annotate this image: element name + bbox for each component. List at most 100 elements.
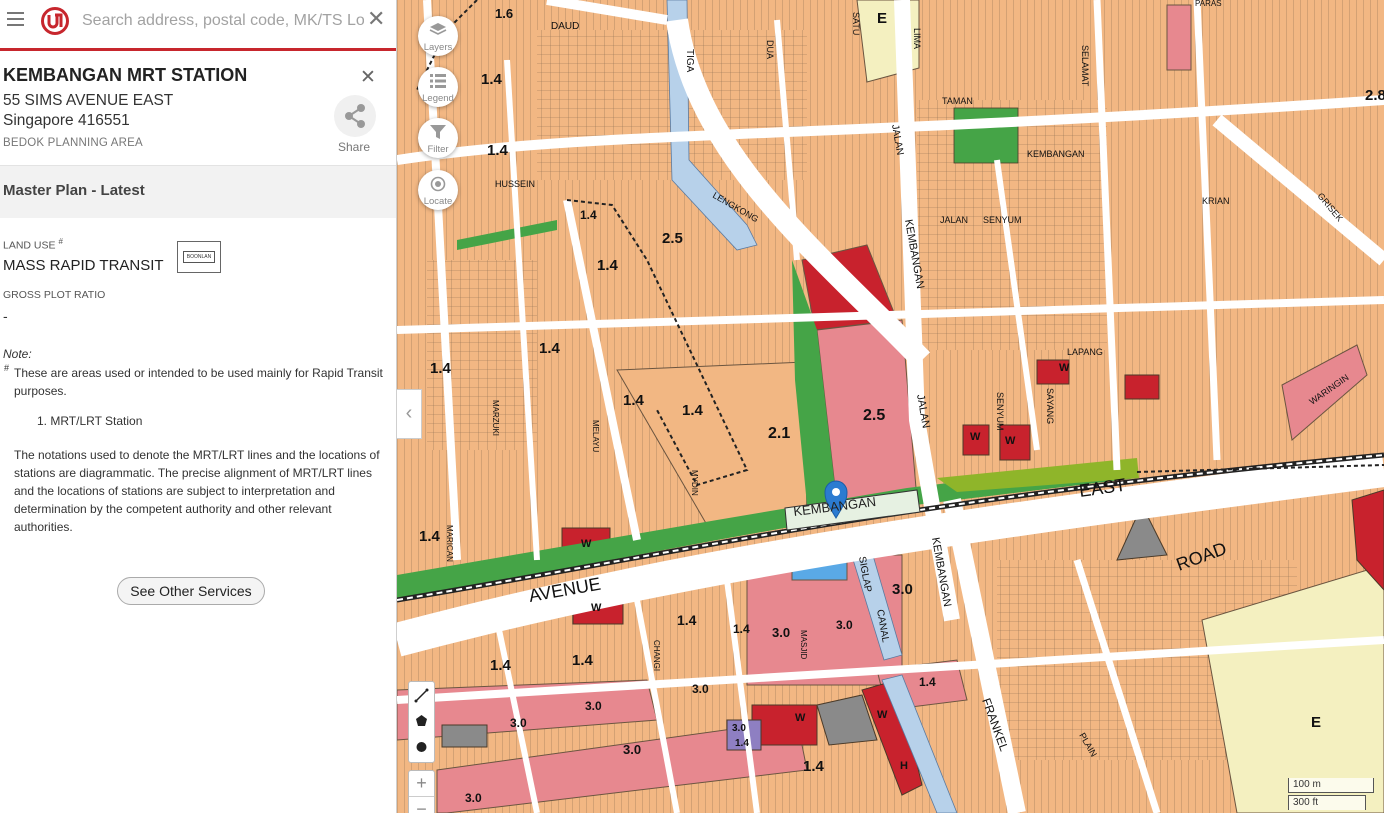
- search-bar: ✕: [0, 0, 396, 51]
- locate-icon: [430, 176, 446, 192]
- note-paragraph: The notations used to denote the MRT/LRT…: [14, 448, 380, 534]
- master-plan-map[interactable]: 1.6 1.4 1.4 1.4 2.5 1.4 1.4 1.4 1.4 1.4 …: [397, 0, 1384, 813]
- road-label: PARAS: [1195, 0, 1222, 8]
- plot-ratio-label: 1.4: [677, 612, 697, 628]
- draw-polygon-tool[interactable]: [409, 708, 434, 734]
- road-label: HUSSEIN: [495, 179, 535, 189]
- road-label: JALAN: [940, 215, 968, 225]
- search-input[interactable]: [82, 9, 364, 33]
- road-label: KEMBANGAN: [1027, 149, 1085, 159]
- legend-label: Legend: [422, 93, 454, 104]
- plot-ratio-label: 1.4: [597, 257, 619, 274]
- plot-ratio-label: 3.0: [465, 791, 482, 805]
- address-line-2: Singapore 416551: [3, 112, 130, 129]
- road-label: SATU: [851, 12, 861, 35]
- menu-icon[interactable]: [7, 12, 24, 26]
- circle-icon: [416, 742, 427, 752]
- plot-ratio-label: 1.4: [735, 738, 749, 749]
- road-label: MYDIN: [690, 470, 699, 496]
- map-canvas[interactable]: 1.6 1.4 1.4 1.4 2.5 1.4 1.4 1.4 1.4 1.4 …: [397, 0, 1384, 813]
- info-sidebar: ✕ KEMBANGAN MRT STATION ✕ 55 SIMS AVENUE…: [0, 0, 397, 813]
- road-label: DAUD: [551, 21, 579, 32]
- road-label: SELAMAT: [1080, 45, 1090, 87]
- line-icon: [414, 688, 429, 703]
- zone-label: W: [591, 602, 602, 614]
- share-icon: [345, 104, 365, 128]
- plot-ratio-label: 1.4: [572, 652, 594, 669]
- note-list-item: 1. MRT/LRT Station: [37, 414, 143, 428]
- zone-label: W: [581, 538, 592, 550]
- plot-ratio-label: 3.0: [692, 682, 709, 696]
- plot-ratio-label: 3.0: [585, 699, 602, 713]
- road-label: SENYUM: [983, 215, 1022, 225]
- road-label: SENYUM: [995, 392, 1005, 431]
- layers-label: Layers: [423, 42, 453, 53]
- plot-ratio-label: 2.5: [662, 230, 683, 247]
- gross-plot-ratio-value: -: [3, 308, 8, 324]
- filter-button[interactable]: Filter: [418, 118, 458, 158]
- share-label: Share: [338, 140, 371, 154]
- road-label: MARZUKI: [491, 400, 500, 436]
- road-label: CHANGI: [652, 640, 661, 671]
- plot-ratio-label: 3.0: [623, 742, 641, 757]
- locate-label: Locate: [423, 196, 453, 207]
- draw-circle-tool[interactable]: [409, 734, 434, 760]
- place-title: KEMBANGAN MRT STATION: [3, 65, 248, 85]
- legend-button[interactable]: Legend: [418, 67, 458, 107]
- plot-ratio-label: 1.4: [490, 657, 512, 674]
- draw-toolbar: [408, 681, 435, 763]
- road-label: MARICAN: [445, 525, 454, 562]
- road-label: TIGA: [684, 49, 695, 73]
- plot-ratio-label: 2.1: [768, 425, 790, 442]
- scale-imperial: 300 ft: [1288, 795, 1366, 810]
- road-label: DUA: [765, 40, 775, 59]
- scale-metric: 100 m: [1288, 778, 1374, 793]
- clear-search-icon[interactable]: ✕: [367, 7, 385, 31]
- utility-parcel: [441, 724, 488, 748]
- commercial-parcel: [1166, 4, 1192, 71]
- zone-label: E: [877, 10, 887, 27]
- zone-label: E: [1311, 714, 1321, 731]
- draw-line-tool[interactable]: [409, 682, 434, 708]
- share-button[interactable]: [334, 95, 376, 137]
- filter-icon: [430, 125, 446, 139]
- road-label: MASJID: [799, 630, 808, 660]
- plot-ratio-label: 2.5: [863, 407, 885, 424]
- polygon-icon: [416, 715, 427, 726]
- road-label: SAYANG: [1045, 388, 1055, 424]
- land-use-legend-swatch: BOONLAN: [177, 241, 221, 273]
- road-label: LAPANG: [1067, 347, 1103, 357]
- plot-ratio-label: 1.4: [481, 71, 503, 88]
- road-label: TAMAN: [942, 96, 973, 106]
- zone-label: W: [877, 709, 888, 721]
- zoom-control: + −: [408, 770, 435, 813]
- plot-ratio-label: 1.4: [487, 142, 509, 159]
- plot-ratio-label: 1.4: [682, 402, 704, 419]
- see-other-services-button[interactable]: See Other Services: [117, 577, 265, 605]
- plot-ratio-label: 1.4: [803, 758, 825, 775]
- layers-button[interactable]: Layers: [418, 16, 458, 56]
- zone-label: W: [970, 431, 981, 443]
- locate-button[interactable]: Locate: [418, 170, 458, 210]
- plot-ratio-label: 3.0: [772, 625, 790, 640]
- zone-label: W: [1059, 362, 1070, 374]
- land-use-value: MASS RAPID TRANSIT: [3, 257, 164, 274]
- plot-ratio-label: 1.4: [580, 208, 597, 222]
- plot-ratio-label: 1.4: [623, 392, 645, 409]
- plot-ratio-label: 2.8: [1365, 87, 1384, 104]
- plot-ratio-label: 1.4: [733, 622, 750, 636]
- close-icon[interactable]: ✕: [360, 68, 376, 88]
- collapse-sidebar-button[interactable]: ‹: [397, 389, 422, 439]
- land-use-label: LAND USE #: [3, 237, 63, 252]
- plot-ratio-label: 3.0: [510, 716, 527, 730]
- land-use-label-text: LAND USE: [3, 239, 56, 252]
- zoom-out-button[interactable]: −: [409, 796, 434, 813]
- zone-label: W: [795, 712, 806, 724]
- master-plan-section[interactable]: Master Plan - Latest: [0, 165, 396, 218]
- zoom-in-button[interactable]: +: [409, 771, 434, 795]
- planning-area: BEDOK PLANNING AREA: [3, 137, 143, 149]
- section-title: Master Plan - Latest: [3, 182, 145, 199]
- road-label: KRIAN: [1202, 196, 1230, 206]
- zone-label: W: [1005, 435, 1016, 447]
- note-text: These are areas used or intended to be u…: [14, 366, 383, 398]
